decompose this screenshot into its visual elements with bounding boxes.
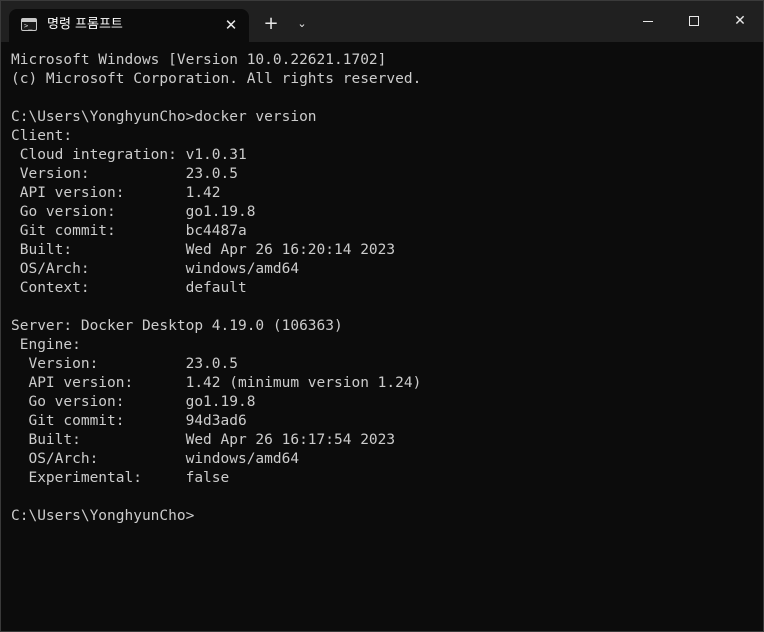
terminal-line: Git commit: 94d3ad6: [11, 413, 247, 429]
new-tab-button[interactable]: +: [259, 12, 283, 36]
tab-command-prompt[interactable]: >_ 명령 프롬프트 ✕: [9, 9, 249, 42]
terminal-line: Version: 23.0.5: [11, 356, 238, 372]
scrollbar[interactable]: [759, 42, 763, 631]
terminal-line: C:\Users\YonghyunCho>docker version: [11, 109, 317, 125]
terminal-line: Server: Docker Desktop 4.19.0 (106363): [11, 318, 343, 334]
terminal-line: C:\Users\YonghyunCho>: [11, 508, 195, 524]
terminal-line: Built: Wed Apr 26 16:20:14 2023: [11, 242, 396, 258]
terminal-line: OS/Arch: windows/amd64: [11, 451, 300, 467]
terminal-line: Experimental: false: [11, 470, 230, 486]
terminal-output[interactable]: Microsoft Windows [Version 10.0.22621.17…: [11, 51, 755, 629]
minimize-button[interactable]: [625, 1, 671, 41]
terminal-line: Client:: [11, 128, 73, 144]
tab-title: 명령 프롬프트: [47, 17, 123, 32]
command-prompt-icon: >_: [21, 18, 37, 31]
terminal-window: >_ 명령 프롬프트 ✕ + ⌄ ✕ Microsoft Windows [Ve…: [0, 0, 764, 632]
terminal-line: Go version: go1.19.8: [11, 204, 256, 220]
terminal-line: (c) Microsoft Corporation. All rights re…: [11, 71, 422, 87]
command-prompt-icon-glyph: >_: [24, 22, 33, 30]
terminal-line: Engine:: [11, 337, 81, 353]
terminal-line: Go version: go1.19.8: [11, 394, 256, 410]
terminal-line: API version: 1.42 (minimum version 1.24): [11, 375, 422, 391]
terminal-line: API version: 1.42: [11, 185, 221, 201]
terminal-line: Context: default: [11, 280, 247, 296]
terminal-line: Built: Wed Apr 26 16:17:54 2023: [11, 432, 396, 448]
terminal-line: Microsoft Windows [Version 10.0.22621.17…: [11, 52, 387, 68]
close-tab-button[interactable]: ✕: [221, 15, 241, 35]
title-bar[interactable]: >_ 명령 프롬프트 ✕ + ⌄ ✕: [1, 1, 763, 42]
minimize-icon: [643, 21, 653, 22]
terminal-line: Git commit: bc4487a: [11, 223, 247, 239]
tab-dropdown-button[interactable]: ⌄: [291, 13, 313, 35]
maximize-icon: [689, 16, 699, 26]
terminal-line: Version: 23.0.5: [11, 166, 238, 182]
terminal-line: OS/Arch: windows/amd64: [11, 261, 300, 277]
maximize-button[interactable]: [671, 1, 717, 41]
close-window-button[interactable]: ✕: [717, 1, 763, 41]
terminal-line: Cloud integration: v1.0.31: [11, 147, 247, 163]
